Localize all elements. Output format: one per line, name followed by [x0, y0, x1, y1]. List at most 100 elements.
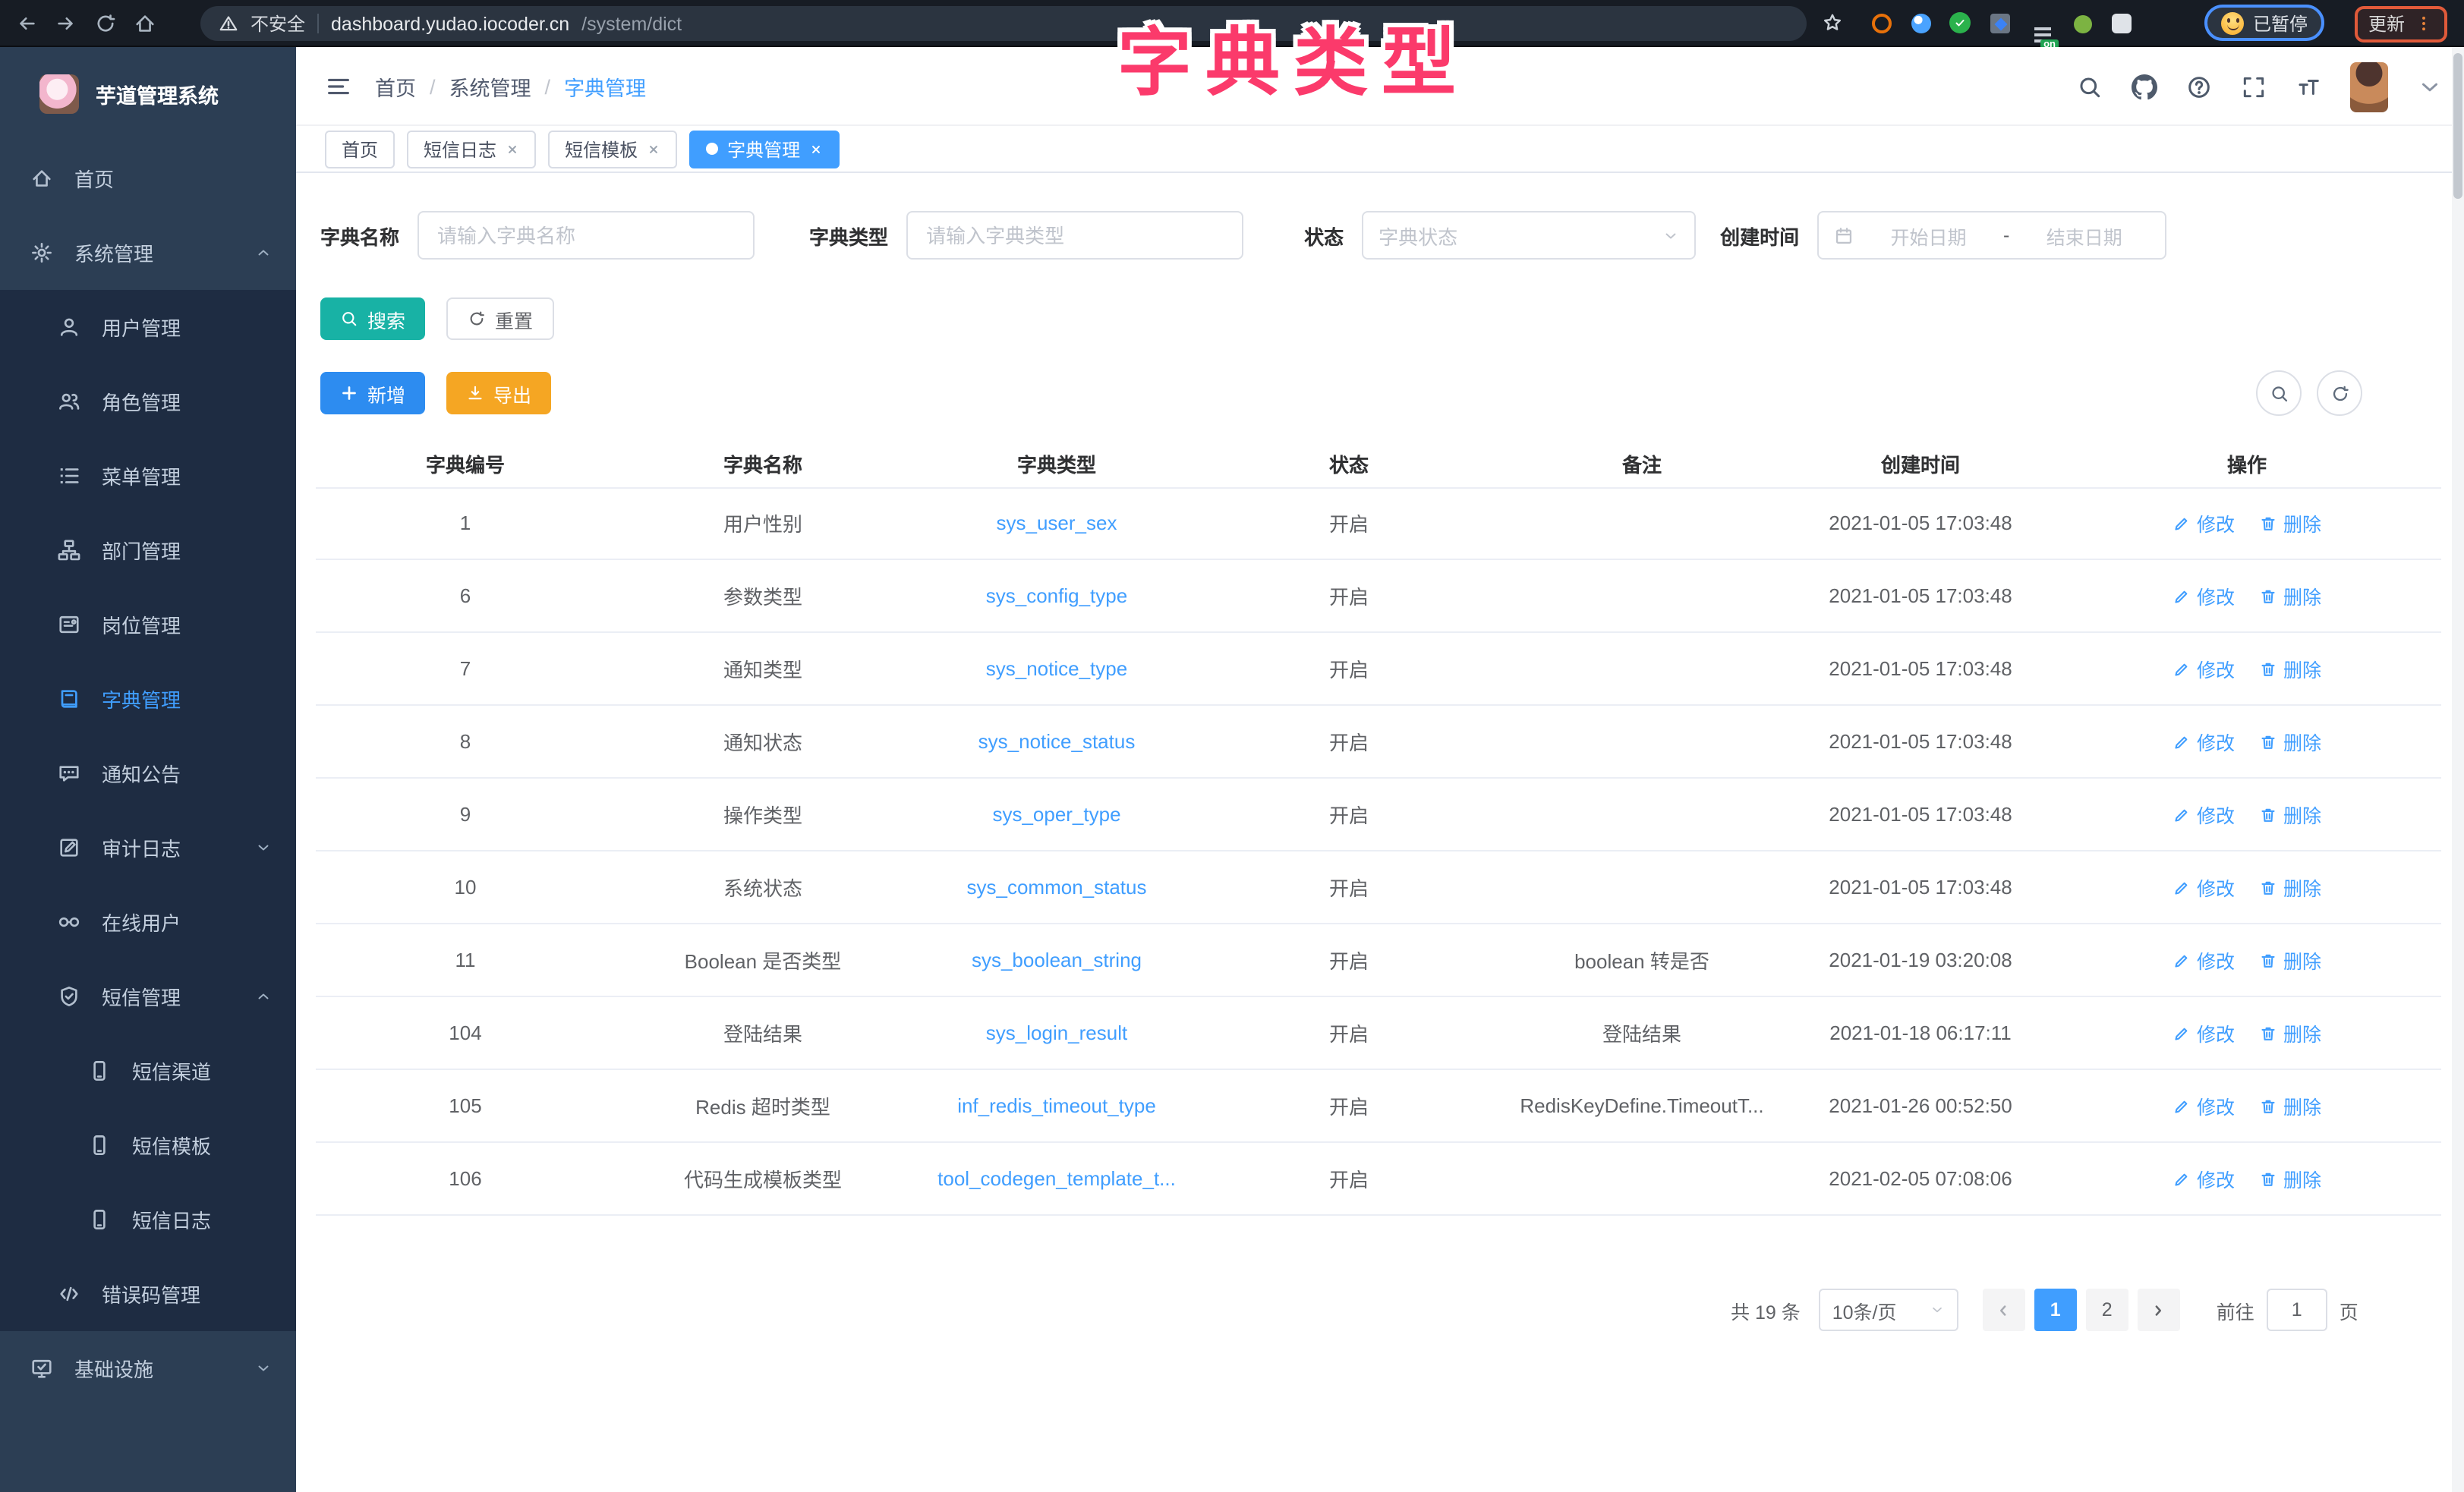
dict-type-link[interactable]: sys_login_result	[986, 1021, 1127, 1044]
tab-close-icon[interactable]	[647, 142, 660, 156]
browser-back-icon[interactable]	[15, 12, 38, 35]
delete-link[interactable]: 删除	[2259, 727, 2321, 756]
breadcrumb-item[interactable]: 字典管理	[564, 71, 646, 102]
sidebar-item[interactable]: 基础设施	[0, 1331, 296, 1405]
delete-link[interactable]: 删除	[2259, 654, 2321, 683]
github-icon[interactable]	[2132, 74, 2157, 99]
edit-link[interactable]: 修改	[2173, 727, 2235, 756]
browser-home-icon[interactable]	[134, 12, 156, 35]
sidebar-item[interactable]: 首页	[0, 141, 296, 216]
address-bar[interactable]: 不安全 dashboard.yudao.iocoder.cn/system/di…	[200, 6, 1807, 41]
tab-close-icon[interactable]	[506, 142, 519, 156]
goto-page-input[interactable]	[2267, 1289, 2327, 1331]
search-icon[interactable]	[2077, 74, 2103, 99]
page-tab[interactable]: 首页	[325, 130, 395, 168]
sidebar-item[interactable]: 角色管理	[0, 364, 296, 439]
page-size-select[interactable]: 10条/页	[1819, 1289, 1958, 1331]
sidebar-item[interactable]: 系统管理	[0, 216, 296, 290]
user-avatar[interactable]	[2350, 61, 2388, 112]
edit-link[interactable]: 修改	[2173, 654, 2235, 683]
dict-type-link[interactable]: tool_codegen_template_t...	[937, 1167, 1176, 1190]
page-tab[interactable]: 短信日志	[407, 130, 536, 168]
sidebar-item[interactable]: 用户管理	[0, 290, 296, 364]
page-tab[interactable]: 短信模板	[548, 130, 677, 168]
scrollbar[interactable]	[2452, 47, 2464, 1492]
dict-type-link[interactable]: sys_config_type	[986, 584, 1127, 607]
sidebar-item[interactable]: 通知公告	[0, 736, 296, 811]
add-button[interactable]: 新增	[320, 372, 425, 414]
page-number-button[interactable]: 1	[2034, 1289, 2077, 1331]
sidebar-item[interactable]: 菜单管理	[0, 439, 296, 513]
dict-type-input[interactable]	[906, 211, 1243, 260]
delete-link[interactable]: 删除	[2259, 1091, 2321, 1120]
delete-link[interactable]: 删除	[2259, 1164, 2321, 1193]
avatar-caret-icon[interactable]	[2417, 74, 2443, 99]
sidebar-item[interactable]: 短信模板	[0, 1108, 296, 1182]
dict-type-link[interactable]: sys_notice_type	[986, 657, 1127, 680]
extension-icon-2[interactable]	[1910, 12, 1933, 35]
prev-page-button[interactable]	[1983, 1289, 2025, 1331]
sidebar-item[interactable]: 在线用户	[0, 885, 296, 959]
toggle-search-button[interactable]	[2256, 370, 2302, 416]
reset-button[interactable]: 重置	[446, 297, 554, 340]
status-select[interactable]: 字典状态	[1362, 211, 1696, 260]
delete-link[interactable]: 删除	[2259, 873, 2321, 902]
edit-link[interactable]: 修改	[2173, 1091, 2235, 1120]
browser-profile-chip[interactable]: 已暂停	[2204, 5, 2324, 41]
edit-link[interactable]: 修改	[2173, 1164, 2235, 1193]
sidebar-item[interactable]: 短信渠道	[0, 1034, 296, 1108]
edit-link[interactable]: 修改	[2173, 508, 2235, 537]
tab-close-icon[interactable]	[809, 142, 823, 156]
sidebar-item[interactable]: 审计日志	[0, 811, 296, 885]
dict-type-link[interactable]: sys_oper_type	[992, 803, 1120, 826]
edit-link[interactable]: 修改	[2173, 946, 2235, 974]
dict-type-link[interactable]: sys_user_sex	[997, 511, 1117, 534]
sidebar-item[interactable]: 岗位管理	[0, 587, 296, 662]
date-range-picker[interactable]: 开始日期 - 结束日期	[1817, 211, 2166, 260]
security-warning-icon[interactable]	[219, 14, 238, 33]
edit-link[interactable]: 修改	[2173, 800, 2235, 829]
help-icon[interactable]	[2186, 74, 2212, 99]
dict-name-input[interactable]	[417, 211, 755, 260]
extension-icon-3[interactable]	[1949, 12, 1971, 33]
app-logo[interactable]: 芋道管理系统	[0, 47, 296, 141]
browser-update-button[interactable]: 更新	[2355, 5, 2447, 42]
breadcrumb-item[interactable]: 首页	[375, 71, 416, 102]
sidebar-item[interactable]: 部门管理	[0, 513, 296, 587]
sidebar-item[interactable]: 短信管理	[0, 959, 296, 1034]
delete-link[interactable]: 删除	[2259, 581, 2321, 610]
sidebar-toggle-icon[interactable]	[325, 73, 352, 100]
delete-link[interactable]: 删除	[2259, 508, 2321, 537]
scrollbar-thumb[interactable]	[2453, 53, 2462, 199]
sidebar-item[interactable]: 短信日志	[0, 1182, 296, 1257]
extension-icon-7[interactable]	[2110, 12, 2133, 35]
dict-type-link[interactable]: inf_redis_timeout_type	[957, 1094, 1156, 1117]
sidebar-item[interactable]: 字典管理	[0, 662, 296, 736]
page-number-button[interactable]: 2	[2086, 1289, 2128, 1331]
delete-link[interactable]: 删除	[2259, 946, 2321, 974]
extension-icon-6[interactable]	[2071, 12, 2094, 35]
browser-menu-icon[interactable]	[2414, 14, 2434, 33]
fullscreen-icon[interactable]	[2241, 74, 2267, 99]
refresh-table-button[interactable]	[2317, 370, 2362, 416]
dict-type-link[interactable]: sys_boolean_string	[972, 949, 1142, 971]
extension-icon-1[interactable]	[1870, 12, 1893, 35]
bookmark-star-icon[interactable]	[1822, 12, 1843, 33]
edit-link[interactable]: 修改	[2173, 1018, 2235, 1047]
dict-type-link[interactable]: sys_notice_status	[978, 730, 1136, 753]
extension-icon-4[interactable]	[1989, 12, 2012, 35]
edit-link[interactable]: 修改	[2173, 581, 2235, 610]
edit-link[interactable]: 修改	[2173, 873, 2235, 902]
search-button[interactable]: 搜索	[320, 297, 425, 340]
extension-icon-5[interactable]: on	[2031, 24, 2054, 46]
browser-forward-icon[interactable]	[55, 12, 77, 35]
breadcrumb-item[interactable]: 系统管理	[449, 71, 531, 102]
sidebar-item[interactable]: 错误码管理	[0, 1257, 296, 1331]
page-tab[interactable]: 字典管理	[689, 130, 840, 168]
delete-link[interactable]: 删除	[2259, 1018, 2321, 1047]
delete-link[interactable]: 删除	[2259, 800, 2321, 829]
export-button[interactable]: 导出	[446, 372, 551, 414]
next-page-button[interactable]	[2138, 1289, 2180, 1331]
dict-type-link[interactable]: sys_common_status	[967, 876, 1147, 899]
font-size-icon[interactable]	[2295, 74, 2321, 99]
